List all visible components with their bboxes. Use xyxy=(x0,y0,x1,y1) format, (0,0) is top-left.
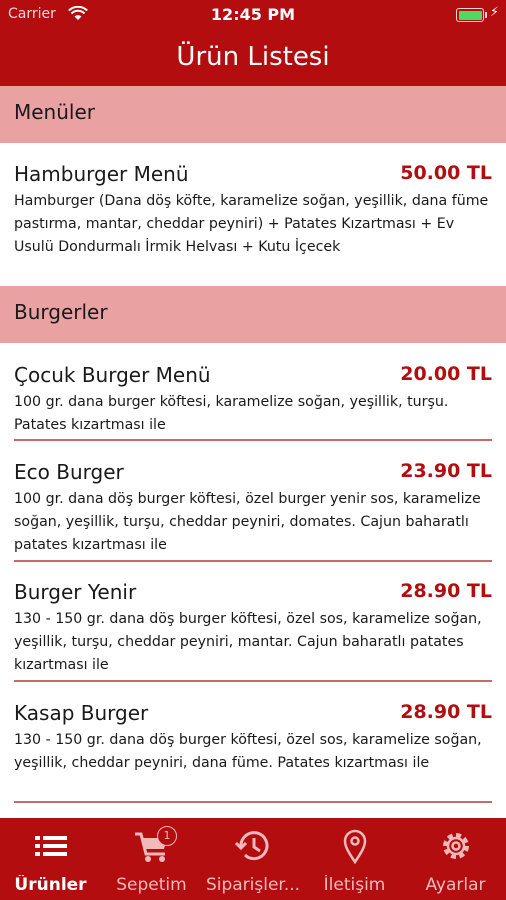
item-price: 20.00 TL xyxy=(400,363,492,385)
item-price: 50.00 TL xyxy=(400,162,492,184)
tab-label: İletişim xyxy=(323,875,386,895)
navigation-bar: Ürün Listesi xyxy=(0,30,506,86)
tab-iletisim[interactable]: İletişim xyxy=(304,818,405,900)
item-description: 100 gr. dana burger köftesi, karamelize … xyxy=(14,394,449,433)
item-price: 23.90 TL xyxy=(400,460,492,482)
status-bar: Carrier 12:45 PM ⚡ xyxy=(0,0,506,30)
item-name: Burger Yenir xyxy=(14,580,137,604)
tab-label: Siparişler... xyxy=(205,875,301,895)
product-list[interactable]: Menüler Hamburger Menü 50.00 TL Hamburge… xyxy=(0,86,506,818)
tab-urunler[interactable]: Ürünler xyxy=(0,818,101,900)
list-item[interactable]: Eco Burger 23.90 TL 100 gr. dana döş bur… xyxy=(0,460,506,560)
tab-sepetim[interactable]: 1 Sepetim xyxy=(101,818,202,900)
tab-label: Ürünler xyxy=(14,875,87,895)
location-pin-icon xyxy=(343,829,366,865)
tab-siparisler[interactable]: Siparişler... xyxy=(202,818,304,900)
tab-ayarlar[interactable]: Ayarlar xyxy=(405,818,506,900)
battery-tip xyxy=(485,12,487,18)
item-description: 130 - 150 gr. dana döş burger köftesi, ö… xyxy=(14,732,482,771)
list-item[interactable]: Hamburger Menü 50.00 TL Hamburger (Dana … xyxy=(0,162,506,284)
row-divider xyxy=(14,801,492,803)
item-description: 130 - 150 gr. dana döş burger köftesi, ö… xyxy=(14,611,482,673)
cart-badge: 1 xyxy=(157,826,177,846)
item-name: Hamburger Menü xyxy=(14,162,189,186)
item-price: 28.90 TL xyxy=(400,701,492,723)
list-item[interactable]: Kasap Burger 28.90 TL 130 - 150 gr. dana… xyxy=(0,701,506,801)
row-divider xyxy=(14,680,492,682)
status-time: 12:45 PM xyxy=(210,5,296,24)
tab-label: Sepetim xyxy=(116,875,187,895)
row-divider xyxy=(14,560,492,562)
item-name: Kasap Burger xyxy=(14,701,149,725)
tab-label: Ayarlar xyxy=(425,875,486,895)
section-title: Burgerler xyxy=(14,300,108,324)
section-header-menuler: Menüler xyxy=(0,86,506,143)
page-title: Ürün Listesi xyxy=(176,42,330,72)
item-name: Eco Burger xyxy=(14,460,124,484)
item-name: Çocuk Burger Menü xyxy=(14,363,211,387)
section-header-burgerler: Burgerler xyxy=(0,286,506,343)
list-item[interactable]: Çocuk Burger Menü 20.00 TL 100 gr. dana … xyxy=(0,363,506,439)
battery-icon xyxy=(456,8,484,22)
gear-icon xyxy=(442,833,469,859)
item-description: 100 gr. dana döş burger köftesi, özel bu… xyxy=(14,491,481,553)
item-price: 28.90 TL xyxy=(400,580,492,602)
item-description: Hamburger (Dana döş köfte, karamelize so… xyxy=(14,193,489,255)
list-icon xyxy=(34,836,67,856)
history-icon xyxy=(234,831,269,861)
section-title: Menüler xyxy=(14,100,95,124)
tab-bar: Ürünler 1 Sepetim Siparişler... İletişim xyxy=(0,818,506,900)
row-divider xyxy=(14,439,492,441)
list-item[interactable]: Burger Yenir 28.90 TL 130 - 150 gr. dana… xyxy=(0,580,506,680)
charging-icon: ⚡ xyxy=(490,5,500,20)
